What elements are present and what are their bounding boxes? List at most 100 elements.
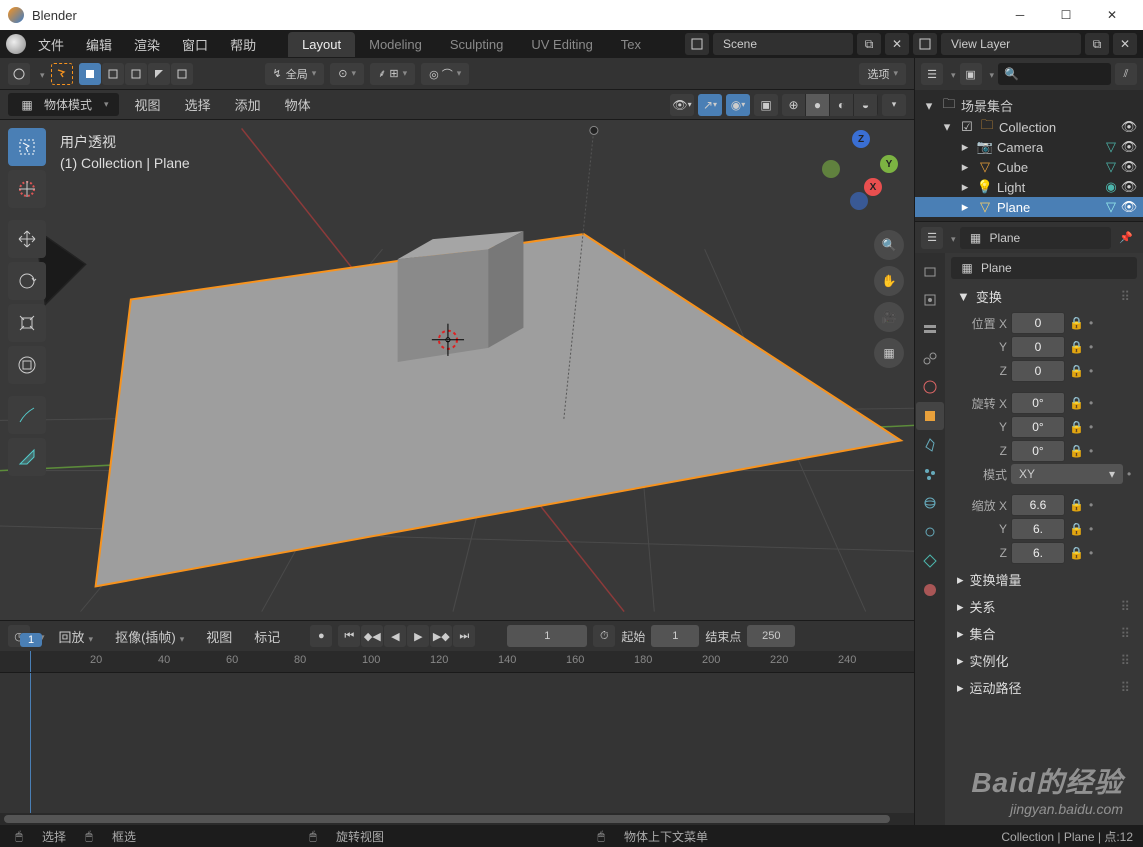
keying-menu[interactable]: 抠像(插帧) <box>107 624 192 649</box>
current-frame-field[interactable]: 1 <box>507 625 587 647</box>
select-set-icon[interactable] <box>79 63 101 85</box>
select-invert-icon[interactable] <box>148 63 170 85</box>
rotation-y-field[interactable]: 0° <box>1011 416 1065 438</box>
play-reverse-icon[interactable]: ◀ <box>384 625 406 647</box>
outliner-scene-collection[interactable]: ▾🗀场景集合 <box>915 94 1143 117</box>
scene-name-field[interactable]: Scene <box>713 33 853 55</box>
play-icon[interactable]: ▶ <box>407 625 429 647</box>
tool-measure[interactable] <box>8 438 46 476</box>
tab-layout[interactable]: Layout <box>288 32 355 57</box>
view-menu[interactable]: 视图 <box>127 92 169 117</box>
select-subtract-icon[interactable] <box>125 63 147 85</box>
tab-uv-editing[interactable]: UV Editing <box>517 32 606 57</box>
tab-modeling[interactable]: Modeling <box>355 32 436 57</box>
gizmo-y-axis[interactable]: Y <box>880 155 898 173</box>
viewport-3d[interactable]: 用户透视 (1) Collection | Plane Z Y X 🔍 ✋ 🎥 … <box>0 120 914 620</box>
tab-material[interactable] <box>916 576 944 604</box>
eye-icon[interactable]: 👁 <box>1121 159 1137 175</box>
tool-cursor[interactable] <box>8 170 46 208</box>
preview-range-icon[interactable]: ⏱ <box>593 625 615 647</box>
rotation-z-field[interactable]: 0° <box>1011 440 1065 462</box>
tool-select-box[interactable] <box>8 128 46 166</box>
tool-scale[interactable] <box>8 304 46 342</box>
outliner-light[interactable]: ▸💡Light◉👁 <box>915 177 1143 197</box>
gizmo-z-axis[interactable]: Z <box>852 130 870 148</box>
rotation-mode-dropdown[interactable]: XY▾ <box>1011 464 1123 484</box>
outliner-collection[interactable]: ▾☑🗀Collection👁 <box>915 117 1143 137</box>
panel-transform[interactable]: ▼ 变换⠿ <box>951 283 1137 310</box>
select-intersect-icon[interactable] <box>171 63 193 85</box>
eye-icon[interactable]: 👁 <box>1121 119 1137 135</box>
shading-material[interactable]: ◐ <box>830 94 854 116</box>
shading-wireframe[interactable]: ⊕ <box>782 94 806 116</box>
menu-render[interactable]: 渲染 <box>124 31 170 58</box>
perspective-toggle-icon[interactable]: ▦ <box>874 338 904 368</box>
lock-icon[interactable]: 🔒 <box>1069 522 1085 536</box>
pan-icon[interactable]: ✋ <box>874 266 904 296</box>
viewlayer-browse-icon[interactable] <box>913 33 937 55</box>
autokey-toggle[interactable]: ● <box>310 625 332 647</box>
lock-icon[interactable]: 🔒 <box>1069 340 1085 354</box>
scale-z-field[interactable]: 6. <box>1011 542 1065 564</box>
panel-instancing[interactable]: ▸ 实例化⠿ <box>951 647 1137 674</box>
snap-dropdown[interactable]: ⸙ ⊞ <box>370 63 415 85</box>
lock-icon[interactable]: 🔒 <box>1069 396 1085 410</box>
filter-icon[interactable]: ⫽ <box>1115 63 1137 85</box>
lock-icon[interactable]: 🔒 <box>1069 498 1085 512</box>
outliner-camera[interactable]: ▸📷Camera▽👁 <box>915 137 1143 157</box>
tool-move[interactable] <box>8 220 46 258</box>
tab-texture-paint[interactable]: Tex <box>607 32 655 57</box>
prev-keyframe-icon[interactable]: ◆◀ <box>361 625 383 647</box>
shading-solid[interactable]: ● <box>806 94 830 116</box>
tab-sculpting[interactable]: Sculpting <box>436 32 517 57</box>
overlay-toggle[interactable]: ◉▾ <box>726 94 750 116</box>
tab-modifiers[interactable] <box>916 431 944 459</box>
playback-menu[interactable]: 回放 <box>51 624 102 649</box>
tab-object[interactable] <box>916 402 944 430</box>
tab-viewlayer[interactable] <box>916 315 944 343</box>
mode-selector[interactable]: ▦ 物体模式 <box>8 93 119 116</box>
viewlayer-name-field[interactable]: View Layer <box>941 33 1081 55</box>
zoom-icon[interactable]: 🔍 <box>874 230 904 260</box>
select-extend-icon[interactable] <box>102 63 124 85</box>
timeline-tracks[interactable] <box>0 673 914 813</box>
lock-icon[interactable]: 🔒 <box>1069 546 1085 560</box>
lock-icon[interactable]: 🔒 <box>1069 420 1085 434</box>
gizmo-x-axis[interactable]: X <box>864 178 882 196</box>
panel-motion-paths[interactable]: ▸ 运动路径⠿ <box>951 674 1137 701</box>
gizmo-neg-y[interactable] <box>822 160 840 178</box>
menu-window[interactable]: 窗口 <box>172 31 218 58</box>
tab-physics[interactable] <box>916 489 944 517</box>
marker-menu[interactable]: 标记 <box>246 624 288 649</box>
display-mode-icon[interactable]: ▣ <box>960 63 982 85</box>
lock-icon[interactable]: 🔒 <box>1069 316 1085 330</box>
select-tool-icon[interactable] <box>51 63 73 85</box>
object-menu[interactable]: 物体 <box>277 92 319 117</box>
eye-icon[interactable]: 👁 <box>1121 139 1137 155</box>
tab-render[interactable] <box>916 257 944 285</box>
eye-icon[interactable]: 👁 <box>1121 199 1137 215</box>
start-frame-field[interactable]: 1 <box>651 625 699 647</box>
tab-world[interactable] <box>916 373 944 401</box>
eye-icon[interactable]: 👁 <box>1121 179 1137 195</box>
visibility-dropdown[interactable]: 👁▾ <box>670 94 694 116</box>
breadcrumb[interactable]: ▦Plane <box>960 227 1111 249</box>
select-menu[interactable]: 选择 <box>177 92 219 117</box>
outliner-search[interactable]: 🔍 <box>998 63 1111 85</box>
outliner-plane[interactable]: ▸▽Plane▽👁 <box>915 197 1143 217</box>
lock-icon[interactable]: 🔒 <box>1069 444 1085 458</box>
menu-file[interactable]: 文件 <box>28 31 74 58</box>
location-x-field[interactable]: 0 <box>1011 312 1065 334</box>
scale-x-field[interactable]: 6.6 <box>1011 494 1065 516</box>
panel-delta-transform[interactable]: ▸ 变换增量 <box>951 566 1137 593</box>
tab-particles[interactable] <box>916 460 944 488</box>
gizmo-toggle[interactable]: ↗▾ <box>698 94 722 116</box>
outliner-type-icon[interactable]: ☰ <box>921 63 943 85</box>
proportional-dropdown[interactable]: ◎ ⌒ <box>421 63 469 85</box>
menu-help[interactable]: 帮助 <box>220 31 266 58</box>
rotation-x-field[interactable]: 0° <box>1011 392 1065 414</box>
menu-edit[interactable]: 编辑 <box>76 31 122 58</box>
jump-end-icon[interactable]: ⏭ <box>453 625 475 647</box>
scene-browse-icon[interactable] <box>685 33 709 55</box>
tool-rotate[interactable] <box>8 262 46 300</box>
